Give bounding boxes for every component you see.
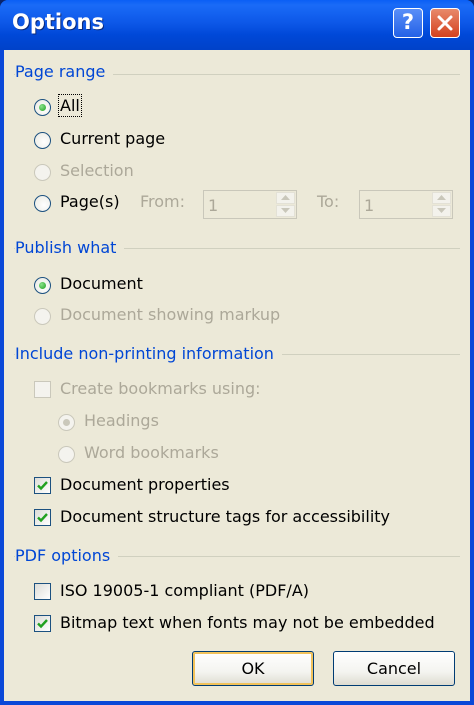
window-title: Options <box>12 10 104 34</box>
close-button[interactable] <box>430 8 460 38</box>
to-label: To: <box>317 192 340 211</box>
radio-document-markup-control <box>34 308 51 325</box>
close-x-icon <box>437 15 453 31</box>
radio-all-label: All <box>58 94 82 117</box>
radio-document-label: Document <box>60 274 143 293</box>
checkmark-icon <box>37 619 48 629</box>
radio-document-markup-label: Document showing markup <box>60 305 281 324</box>
dialog-client-area: Page range All Current page Selection Pa… <box>4 50 470 701</box>
checkbox-document-properties-control[interactable] <box>34 477 51 494</box>
to-spinner: 1 <box>359 190 453 219</box>
radio-word-bookmarks-label: Word bookmarks <box>84 443 219 462</box>
help-button[interactable]: ? <box>393 8 423 38</box>
group-page-range: Page range <box>15 62 114 81</box>
checkmark-icon <box>37 481 48 491</box>
to-value: 1 <box>364 196 375 215</box>
question-icon: ? <box>401 10 415 34</box>
from-spinner: 1 <box>203 190 297 219</box>
checkbox-bitmap-text-label: Bitmap text when fonts may not be embedd… <box>60 613 435 632</box>
from-label: From: <box>140 192 186 211</box>
radio-headings-control <box>58 414 75 431</box>
from-value: 1 <box>208 196 219 215</box>
radio-current-page-label: Current page <box>60 129 166 148</box>
checkbox-create-bookmarks-label: Create bookmarks using: <box>60 379 261 398</box>
ok-button[interactable]: OK <box>192 651 314 686</box>
checkbox-bitmap-text-control[interactable] <box>34 615 51 632</box>
radio-pages-control[interactable] <box>34 195 51 212</box>
radio-pages-label: Page(s) <box>60 192 120 211</box>
cancel-button[interactable]: Cancel <box>333 651 455 686</box>
checkbox-iso-control[interactable] <box>34 583 51 600</box>
radio-document-control[interactable] <box>34 277 51 294</box>
to-up-arrow-icon <box>432 192 451 204</box>
checkbox-structure-tags-control[interactable] <box>34 509 51 526</box>
options-dialog: Options ? Page range All Current page Se… <box>0 0 474 705</box>
from-down-arrow-icon <box>276 205 295 217</box>
checkbox-iso-label: ISO 19005-1 compliant (PDF/A) <box>60 581 310 600</box>
radio-all-control[interactable] <box>34 99 51 116</box>
checkbox-document-properties-label: Document properties <box>60 475 230 494</box>
checkmark-icon <box>37 513 48 523</box>
to-down-arrow-icon <box>432 205 451 217</box>
from-up-arrow-icon <box>276 192 295 204</box>
radio-current-page-control[interactable] <box>34 132 51 149</box>
radio-headings-label: Headings <box>84 411 159 430</box>
group-pdf-options: PDF options <box>15 546 119 565</box>
radio-selection-control <box>34 164 51 181</box>
group-non-printing: Include non-printing information <box>15 344 282 363</box>
checkbox-structure-tags-label: Document structure tags for accessibilit… <box>60 507 391 526</box>
checkbox-create-bookmarks-control <box>34 381 51 398</box>
group-publish-what: Publish what <box>15 238 125 257</box>
radio-selection-label: Selection <box>60 161 134 180</box>
title-bar[interactable]: Options ? <box>0 0 474 50</box>
radio-word-bookmarks-control <box>58 446 75 463</box>
